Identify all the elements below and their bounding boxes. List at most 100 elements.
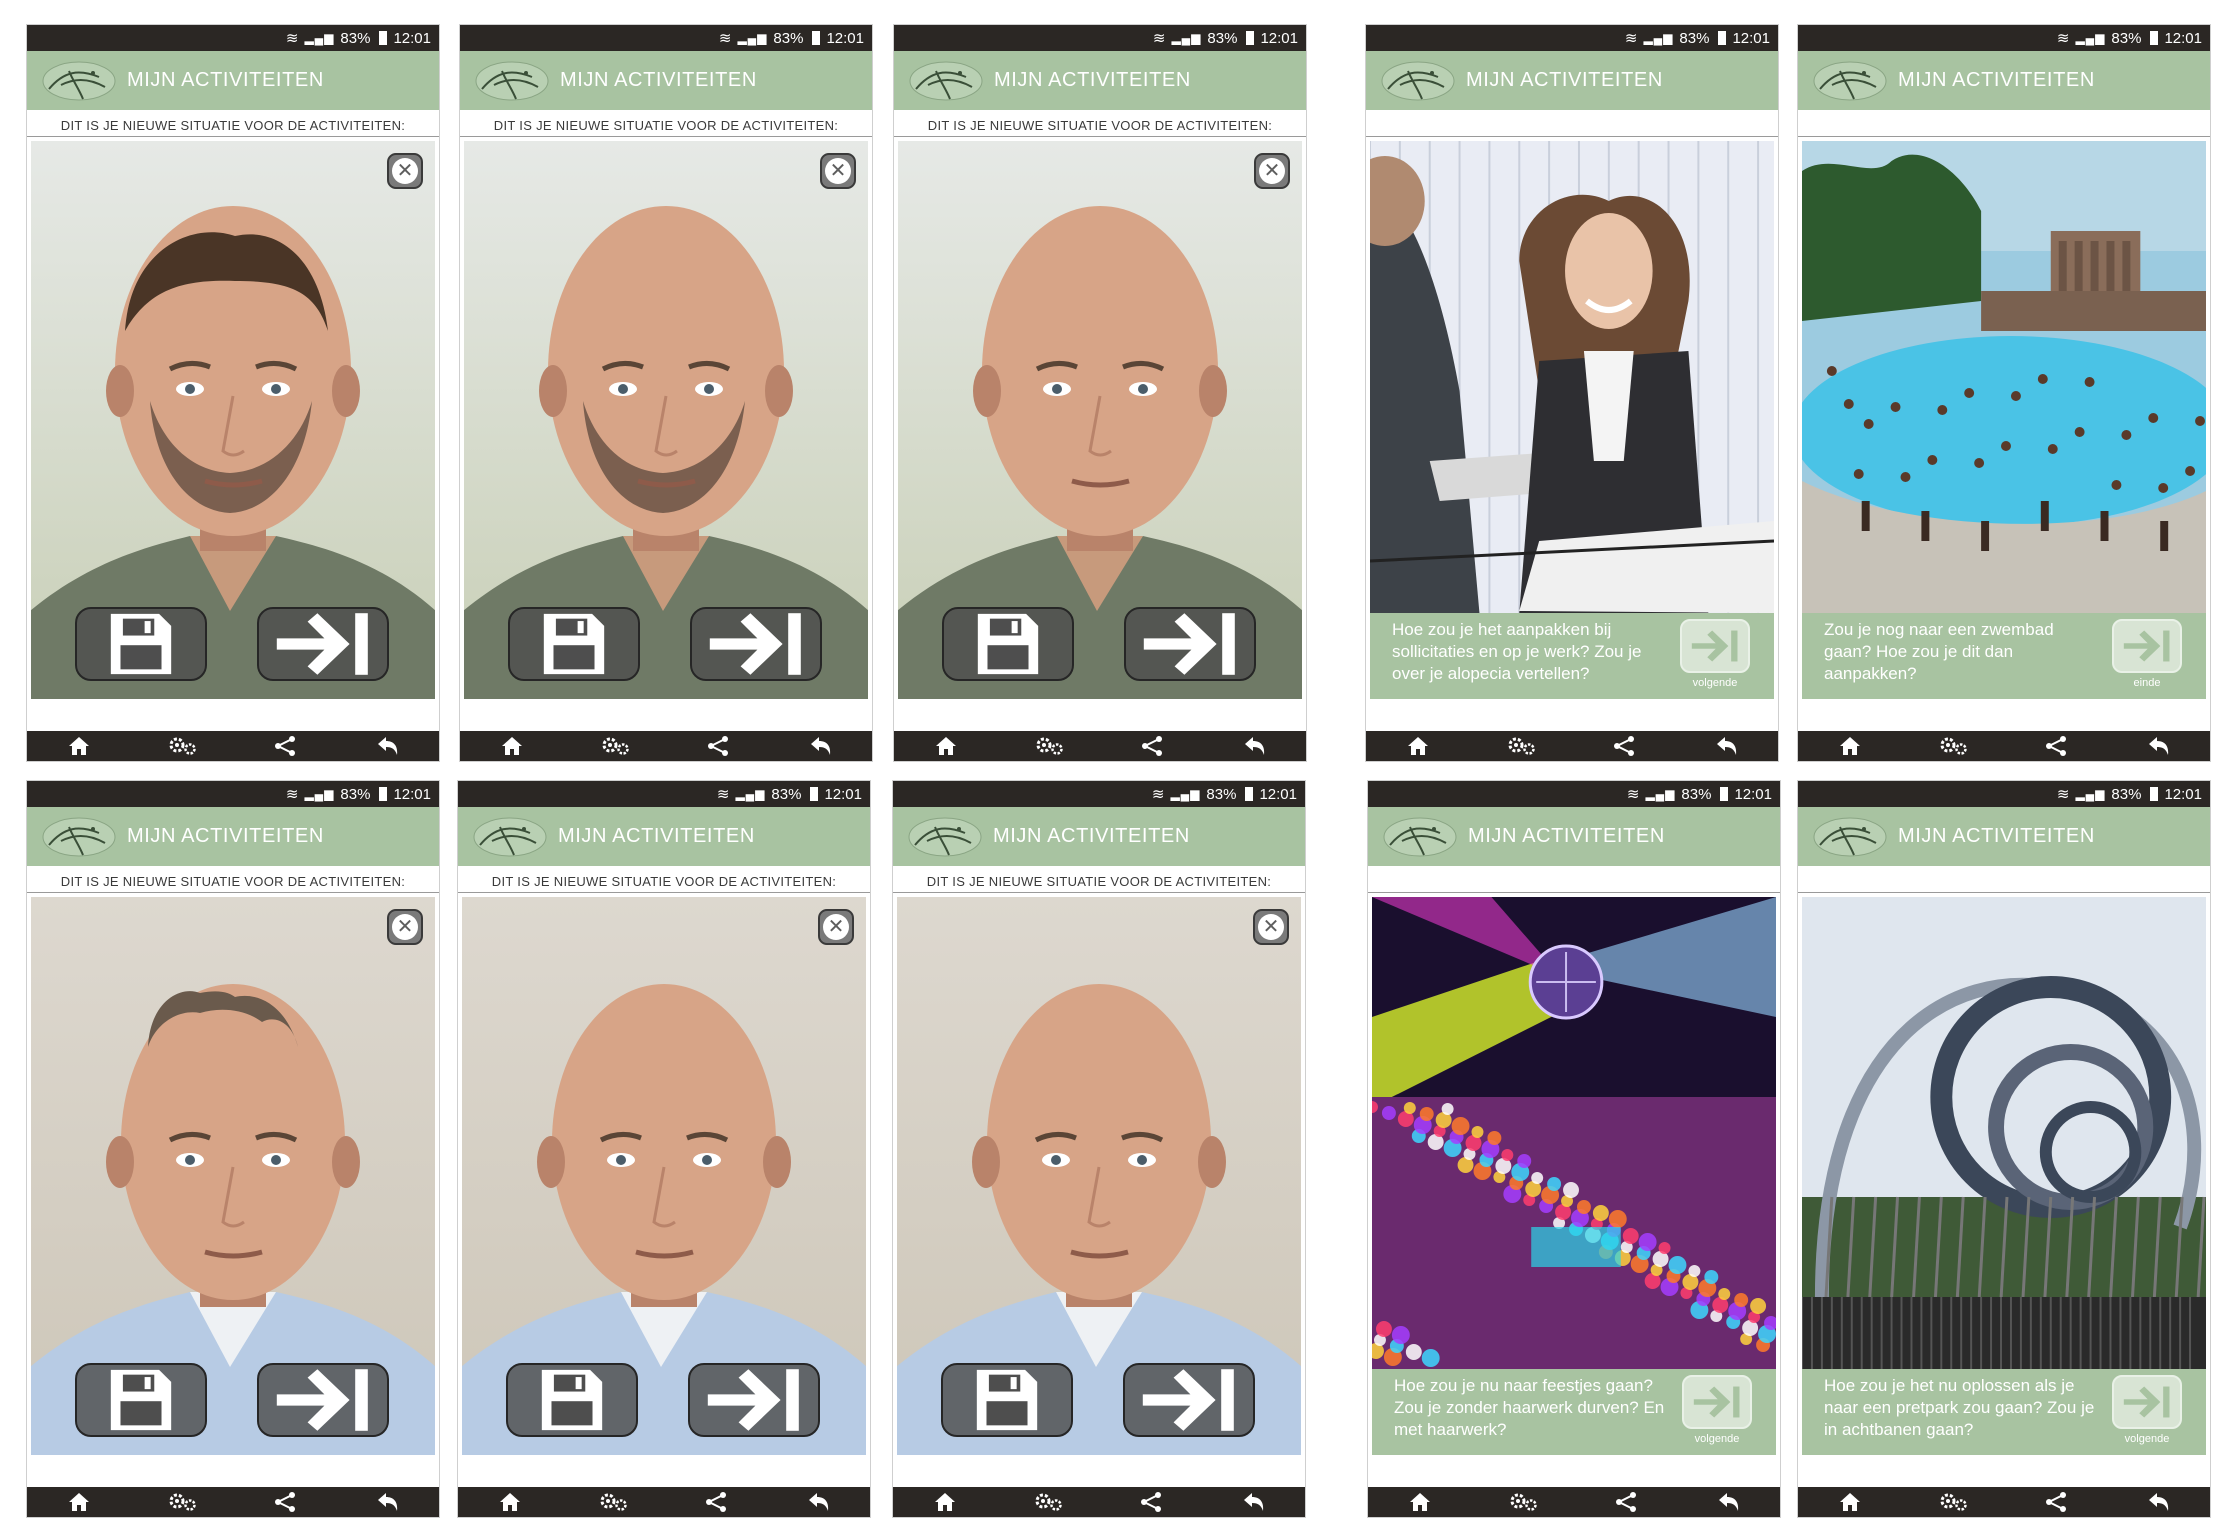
- battery-percent: 83%: [1681, 785, 1712, 803]
- close-button[interactable]: ✕: [387, 909, 423, 945]
- close-button[interactable]: ✕: [387, 153, 423, 189]
- next-button[interactable]: [257, 1363, 389, 1437]
- gears-icon[interactable]: [1508, 1490, 1538, 1514]
- home-icon[interactable]: [1405, 1490, 1435, 1514]
- close-button[interactable]: ✕: [1254, 153, 1290, 189]
- status-bar: ≋ ▂▄▆ 83% 12:01: [894, 25, 1306, 51]
- status-bar: ≋ ▂▄▆ 83% 12:01: [27, 25, 439, 51]
- share-icon[interactable]: [270, 734, 300, 758]
- app-header: MIJN ACTIVITEITEN: [1798, 51, 2210, 110]
- next-button[interactable]: [2112, 1375, 2182, 1429]
- home-icon[interactable]: [64, 1490, 94, 1514]
- share-icon[interactable]: [703, 734, 733, 758]
- home-icon[interactable]: [497, 734, 527, 758]
- save-button[interactable]: [941, 1363, 1073, 1437]
- battery-percent: 83%: [1679, 29, 1710, 47]
- gears-icon[interactable]: [598, 1490, 628, 1514]
- gears-icon[interactable]: [167, 1490, 197, 1514]
- next-button[interactable]: [688, 1363, 820, 1437]
- close-button[interactable]: ✕: [820, 153, 856, 189]
- save-button[interactable]: [75, 1363, 207, 1437]
- spacer: [1366, 701, 1778, 731]
- next-button-label: volgende: [1692, 677, 1738, 689]
- question-panel: Zou je nog naar een zwembad gaan? Hoe zo…: [1802, 613, 2206, 699]
- next-button[interactable]: [2112, 619, 2182, 673]
- battery-percent: 83%: [771, 785, 802, 803]
- signal-icon: ▂▄▆: [1645, 787, 1676, 801]
- share-icon[interactable]: [1136, 1490, 1166, 1514]
- spacer: [1368, 1457, 1780, 1487]
- back-icon[interactable]: [804, 1490, 834, 1514]
- gears-icon[interactable]: [1506, 734, 1536, 758]
- status-bar: ≋ ▂▄▆ 83% 12:01: [1368, 781, 1780, 807]
- close-button[interactable]: ✕: [1253, 909, 1289, 945]
- subtitle-spacer: [1368, 873, 1780, 893]
- app-logo: [908, 817, 982, 856]
- home-icon[interactable]: [64, 734, 94, 758]
- save-button[interactable]: [942, 607, 1074, 681]
- battery-icon: [1245, 787, 1254, 801]
- next-button[interactable]: [690, 607, 822, 681]
- next-button[interactable]: [1680, 619, 1750, 673]
- clock: 12:01: [2164, 785, 2202, 803]
- back-icon[interactable]: [2144, 734, 2174, 758]
- next-button-label: volgende: [2124, 1433, 2170, 1445]
- clock: 12:01: [1260, 29, 1298, 47]
- gears-icon[interactable]: [1034, 734, 1064, 758]
- phone-screen: ≋ ▂▄▆ 83% 12:01 MIJN ACTIVITEITEN DIT IS…: [26, 24, 440, 762]
- share-icon[interactable]: [270, 1490, 300, 1514]
- gears-icon[interactable]: [1938, 734, 1968, 758]
- home-icon[interactable]: [1403, 734, 1433, 758]
- back-icon[interactable]: [1712, 734, 1742, 758]
- save-button[interactable]: [506, 1363, 638, 1437]
- share-icon[interactable]: [2041, 1490, 2071, 1514]
- app-logo: [42, 61, 116, 100]
- back-icon[interactable]: [2144, 1490, 2174, 1514]
- bottom-navigation: [893, 1487, 1305, 1517]
- share-icon[interactable]: [1137, 734, 1167, 758]
- battery-icon: [812, 31, 821, 45]
- home-icon[interactable]: [930, 1490, 960, 1514]
- next-button[interactable]: [1123, 1363, 1255, 1437]
- back-icon[interactable]: [1240, 734, 1270, 758]
- share-icon[interactable]: [1611, 1490, 1641, 1514]
- save-button[interactable]: [75, 607, 207, 681]
- next-button[interactable]: [1124, 607, 1256, 681]
- gears-icon[interactable]: [1938, 1490, 1968, 1514]
- home-icon[interactable]: [1835, 1490, 1865, 1514]
- home-icon[interactable]: [931, 734, 961, 758]
- back-icon[interactable]: [1714, 1490, 1744, 1514]
- back-icon[interactable]: [373, 734, 403, 758]
- close-icon: ✕: [1258, 914, 1284, 940]
- gears-icon[interactable]: [167, 734, 197, 758]
- share-icon[interactable]: [2041, 734, 2071, 758]
- close-icon: ✕: [825, 158, 851, 184]
- next-button[interactable]: [257, 607, 389, 681]
- bottom-navigation: [1798, 1487, 2210, 1517]
- app-logo: [473, 817, 547, 856]
- back-icon[interactable]: [1239, 1490, 1269, 1514]
- home-icon[interactable]: [1835, 734, 1865, 758]
- bottom-navigation: [1368, 1487, 1780, 1517]
- phone-screen: ≋ ▂▄▆ 83% 12:01 MIJN ACTIVITEITEN Hoe zo…: [1365, 24, 1779, 762]
- bottom-navigation: [458, 1487, 870, 1517]
- phone-screen: ≋ ▂▄▆ 83% 12:01 MIJN ACTIVITEITEN Zou je…: [1797, 24, 2211, 762]
- spacer: [893, 1457, 1305, 1487]
- battery-percent: 83%: [2111, 29, 2142, 47]
- gears-icon[interactable]: [600, 734, 630, 758]
- battery-icon: [1718, 31, 1727, 45]
- spacer: [894, 701, 1306, 731]
- next-button[interactable]: [1682, 1375, 1752, 1429]
- share-icon[interactable]: [701, 1490, 731, 1514]
- gears-icon[interactable]: [1033, 1490, 1063, 1514]
- home-icon[interactable]: [495, 1490, 525, 1514]
- subtitle-spacer: [1366, 117, 1778, 137]
- back-icon[interactable]: [373, 1490, 403, 1514]
- status-bar: ≋ ▂▄▆ 83% 12:01: [458, 781, 870, 807]
- back-icon[interactable]: [806, 734, 836, 758]
- spacer: [1798, 1457, 2210, 1487]
- signal-icon: ▂▄▆: [1643, 31, 1674, 45]
- share-icon[interactable]: [1609, 734, 1639, 758]
- save-button[interactable]: [508, 607, 640, 681]
- close-button[interactable]: ✕: [818, 909, 854, 945]
